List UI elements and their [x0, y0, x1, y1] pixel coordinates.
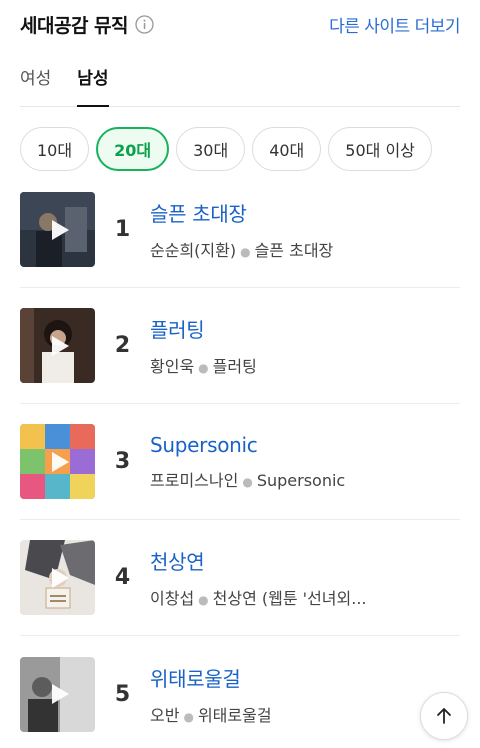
more-sites-link[interactable]: 다른 사이트 더보기: [329, 12, 460, 37]
info-icon[interactable]: [135, 14, 154, 34]
gender-tabs: 여성 남성: [20, 58, 460, 107]
song-list: 1 슬픈 초대장 순순희(지환) ● 슬픈 초대장 2 플러팅 황인욱 ● 플러팅: [20, 172, 460, 748]
play-icon: [51, 335, 69, 356]
song-row[interactable]: 3 Supersonic 프로미스나인 ● Supersonic: [20, 404, 460, 520]
song-meta: 순순희(지환) ● 슬픈 초대장: [150, 237, 385, 261]
separator-dot: ●: [183, 709, 194, 724]
tab-female[interactable]: 여성: [20, 58, 51, 106]
section-header: 세대공감 뮤직 다른 사이트 더보기: [20, 10, 460, 38]
album-name[interactable]: 위태로울걸: [198, 706, 272, 725]
album-thumbnail[interactable]: [20, 540, 95, 615]
song-meta: 황인욱 ● 플러팅: [150, 353, 385, 377]
tab-male[interactable]: 남성: [77, 58, 109, 107]
song-title[interactable]: 천상연: [150, 546, 460, 575]
artist-name[interactable]: 황인욱: [150, 357, 194, 376]
arrow-up-icon: [437, 708, 451, 724]
album-thumbnail[interactable]: [20, 192, 95, 267]
play-icon: [51, 684, 69, 704]
artist-name[interactable]: 순순희(지환): [150, 241, 236, 260]
album-thumbnail[interactable]: [20, 656, 95, 732]
album-thumbnail[interactable]: [20, 424, 95, 499]
separator-dot: ●: [242, 474, 253, 489]
chip-20s[interactable]: 20대: [96, 127, 170, 171]
chip-10s[interactable]: 10대: [20, 127, 90, 171]
rank-number: 3: [114, 449, 131, 474]
rank-number: 2: [114, 333, 131, 358]
album-name[interactable]: 천상연 (웹툰 '선녀외...: [213, 589, 367, 608]
age-filter-chips: 10대 20대 30대 40대 50대 이상: [20, 127, 439, 171]
song-row[interactable]: 2 플러팅 황인욱 ● 플러팅: [20, 288, 460, 404]
song-info: 플러팅 황인욱 ● 플러팅: [150, 314, 460, 377]
chip-50s-plus[interactable]: 50대 이상: [328, 127, 432, 171]
album-thumbnail[interactable]: [20, 308, 95, 383]
song-info: 천상연 이창섭 ● 천상연 (웹툰 '선녀외...: [150, 546, 460, 609]
song-title[interactable]: 위태로울걸: [150, 663, 460, 692]
song-meta: 이창섭 ● 천상연 (웹툰 '선녀외...: [150, 585, 385, 609]
artist-name[interactable]: 프로미스나인: [150, 471, 238, 490]
chip-40s[interactable]: 40대: [252, 127, 322, 171]
song-title[interactable]: Supersonic: [150, 433, 460, 457]
album-name[interactable]: 플러팅: [213, 357, 257, 376]
artist-name[interactable]: 이창섭: [150, 589, 194, 608]
album-name[interactable]: 슬픈 초대장: [255, 241, 334, 260]
song-meta: 오반 ● 위태로울걸: [150, 702, 385, 726]
chip-30s[interactable]: 30대: [176, 127, 246, 171]
rank-number: 4: [114, 565, 131, 590]
rank-number: 5: [114, 681, 131, 707]
separator-dot: ●: [198, 593, 209, 607]
rank-number: 1: [114, 217, 131, 242]
separator-dot: ●: [240, 245, 251, 259]
play-icon: [51, 567, 69, 588]
album-name[interactable]: Supersonic: [257, 471, 345, 490]
section-title: 세대공감 뮤직: [20, 14, 129, 37]
song-row[interactable]: 4 천상연 이창섭 ● 천상연 (웹툰 '선녀외...: [20, 520, 460, 636]
scroll-top-button[interactable]: [420, 692, 468, 740]
song-meta: 프로미스나인 ● Supersonic: [150, 467, 385, 491]
song-row[interactable]: 1 슬픈 초대장 순순희(지환) ● 슬픈 초대장: [20, 172, 460, 288]
song-title[interactable]: 플러팅: [150, 314, 460, 343]
song-row[interactable]: 5 위태로울걸 오반 ● 위태로울걸: [20, 636, 460, 748]
artist-name[interactable]: 오반: [150, 706, 179, 725]
separator-dot: ●: [198, 361, 209, 375]
song-info: 슬픈 초대장 순순희(지환) ● 슬픈 초대장: [150, 198, 460, 261]
play-icon: [51, 451, 69, 472]
play-icon: [51, 219, 69, 240]
song-info: Supersonic 프로미스나인 ● Supersonic: [150, 433, 460, 491]
song-title[interactable]: 슬픈 초대장: [150, 198, 460, 227]
song-info: 위태로울걸 오반 ● 위태로울걸: [150, 663, 460, 726]
